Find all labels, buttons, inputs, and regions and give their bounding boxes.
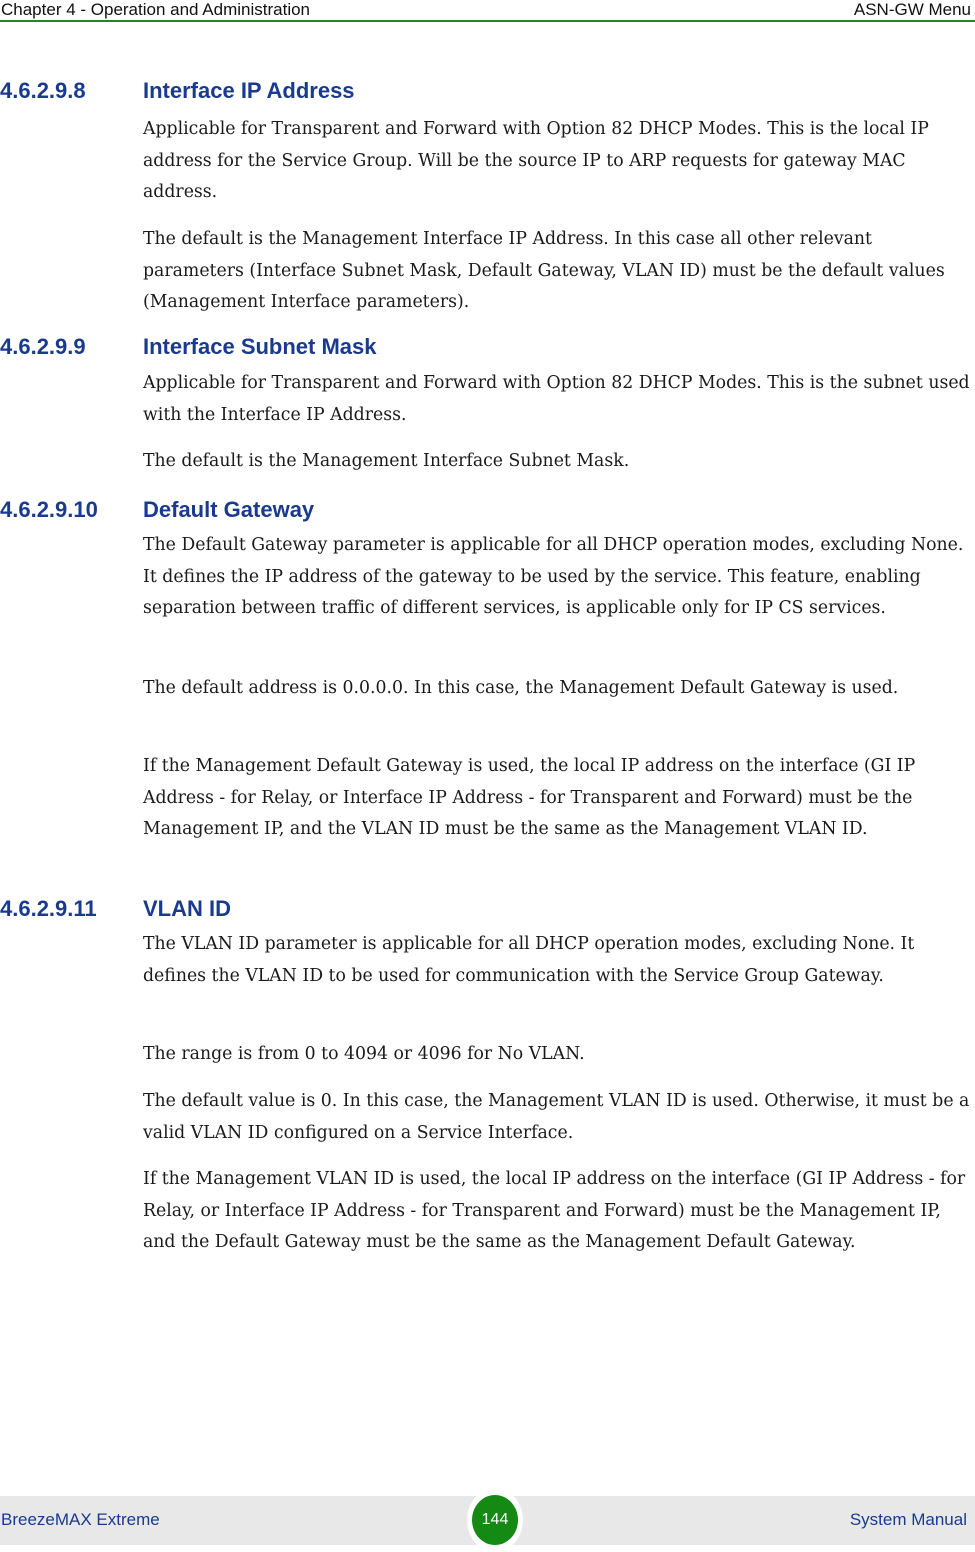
section-number: 4.6.2.9.8 bbox=[0, 78, 86, 103]
section-heading: Interface IP Address bbox=[143, 78, 355, 103]
section-heading: VLAN ID bbox=[143, 896, 231, 921]
paragraph: The Default Gateway parameter is applica… bbox=[143, 535, 964, 618]
chapter-title: Chapter 4 - Operation and Administration bbox=[1, 0, 311, 19]
section-number: 4.6.2.9.11 bbox=[0, 896, 97, 921]
section-heading: Interface Subnet Mask bbox=[143, 334, 377, 359]
section-number: 4.6.2.9.9 bbox=[0, 334, 86, 359]
paragraph: Applicable for Transparent and Forward w… bbox=[143, 119, 929, 202]
paragraph: If the Management Default Gateway is use… bbox=[143, 756, 916, 839]
page-number: 144 bbox=[472, 1495, 518, 1545]
paragraph: If the Management VLAN ID is used, the l… bbox=[143, 1169, 966, 1252]
product-name: BreezeMAX Extreme bbox=[1, 1510, 160, 1529]
section-number: 4.6.2.9.10 bbox=[0, 497, 98, 522]
section-heading: Default Gateway bbox=[143, 497, 315, 522]
header-divider bbox=[0, 20, 975, 22]
paragraph: The default value is 0. In this case, th… bbox=[143, 1091, 970, 1143]
page-footer: BreezeMAX Extreme 144 System Manual bbox=[0, 1488, 975, 1552]
page-header: Chapter 4 - Operation and Administration… bbox=[0, 0, 975, 20]
paragraph: The default is the Management Interface … bbox=[143, 451, 630, 471]
paragraph: The range is from 0 to 4094 or 4096 for … bbox=[143, 1044, 585, 1064]
paragraph: The default is the Management Interface … bbox=[143, 229, 945, 312]
paragraph: Applicable for Transparent and Forward w… bbox=[143, 373, 970, 425]
page-number-badge: 144 bbox=[467, 1488, 523, 1552]
paragraph: The VLAN ID parameter is applicable for … bbox=[143, 934, 915, 986]
section-title: ASN-GW Menu bbox=[853, 0, 971, 19]
paragraph: The default address is 0.0.0.0. In this … bbox=[143, 678, 899, 698]
document-name: System Manual bbox=[849, 1510, 967, 1529]
